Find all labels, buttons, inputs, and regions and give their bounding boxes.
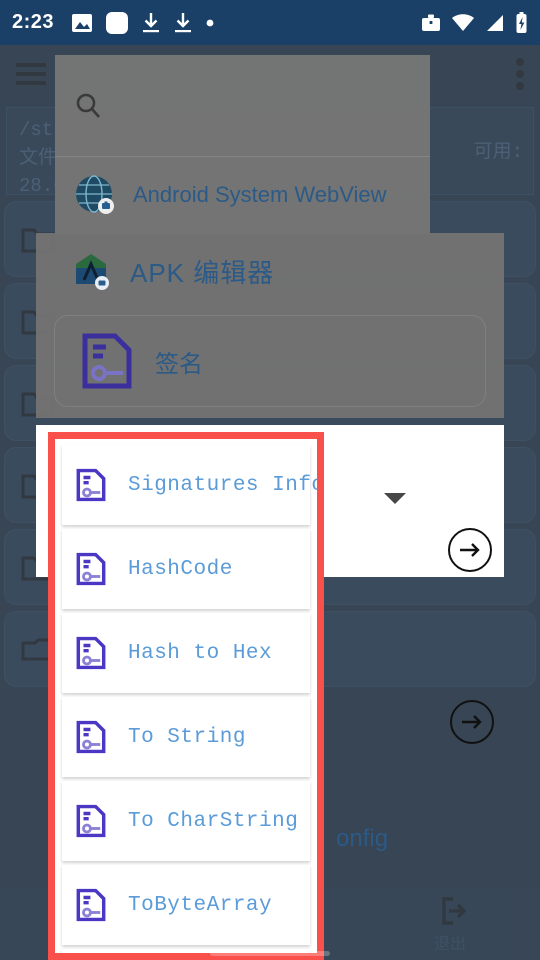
menu-item-signatures-info[interactable]: Signatures Info (62, 445, 317, 525)
status-bar-system-icons (421, 11, 528, 34)
menu-item-label: To String (128, 725, 246, 749)
search-input[interactable] (55, 55, 430, 157)
status-bar-notification-icons (72, 11, 421, 34)
item-label: 签名 (155, 350, 203, 378)
signature-document-icon (76, 468, 106, 502)
battery-charging-icon (516, 11, 527, 33)
work-briefcase-icon (422, 14, 440, 31)
dialog-header: APK 编辑器 (36, 233, 504, 309)
menu-item-hash-to-hex[interactable]: Hash to Hex (62, 613, 310, 693)
dialog-title: APK 编辑器 (130, 257, 275, 288)
signature-document-icon (82, 333, 132, 389)
menu-list[interactable]: Signatures Info HashCode Hash to Hex To … (55, 439, 317, 953)
list-item[interactable]: Android System WebView (55, 157, 430, 233)
download-icon (143, 12, 160, 32)
menu-item-to-charstring[interactable]: To CharString (62, 781, 310, 861)
menu-item-hashcode[interactable]: HashCode (62, 529, 310, 609)
signature-document-icon (76, 888, 106, 922)
config-text: onfig (336, 825, 389, 852)
list-item-signature[interactable]: 签名 (54, 315, 486, 407)
globe-icon (73, 173, 117, 217)
wifi-icon (452, 13, 474, 31)
menu-item-label: To CharString (128, 809, 299, 833)
menu-item-label: HashCode (128, 557, 233, 581)
signature-document-icon (76, 804, 106, 838)
arrow-right-circle-icon (460, 543, 480, 557)
apk-editor-dialog: APK 编辑器 签名 (36, 233, 504, 418)
cellular-signal-icon (487, 14, 503, 31)
signature-document-icon (76, 720, 106, 754)
search-icon (76, 93, 100, 118)
submit-arrow-button-secondary[interactable] (450, 700, 494, 744)
arrow-right-circle-icon (462, 715, 482, 729)
image-icon (72, 13, 93, 32)
signature-tools-menu: Signatures Info HashCode Hash to Hex To … (48, 432, 324, 960)
status-bar-clock: 2:23 (12, 11, 55, 33)
menu-item-to-string[interactable]: To String (62, 697, 310, 777)
signature-document-icon (76, 636, 106, 670)
app-chooser-dialog: Android System WebView (55, 55, 430, 235)
rounded-square-icon (106, 11, 129, 34)
apk-editor-icon (76, 254, 109, 290)
navigation-gesture-pill (210, 951, 330, 956)
chevron-down-icon[interactable] (384, 493, 406, 504)
signature-document-icon (76, 552, 106, 586)
status-bar: 2:23 (0, 0, 540, 45)
menu-item-label: ToByteArray (128, 893, 273, 917)
menu-item-label: Signatures Info (128, 473, 324, 497)
download-icon (175, 12, 192, 32)
app-name: Android System WebView (133, 182, 387, 207)
submit-arrow-button[interactable] (448, 528, 492, 572)
menu-item-tobytearray[interactable]: ToByteArray (62, 865, 310, 945)
menu-item-label: Hash to Hex (128, 641, 273, 665)
dot-icon (206, 19, 214, 26)
